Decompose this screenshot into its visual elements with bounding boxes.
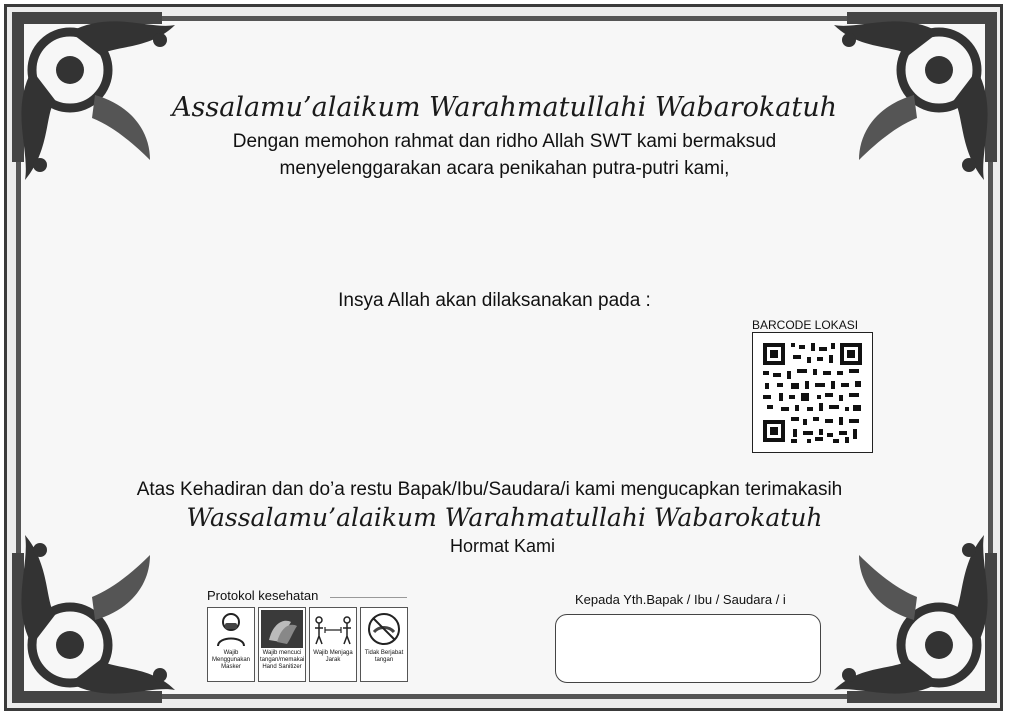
protocol-divider <box>330 597 407 598</box>
intro-line-2: menyelenggarakan acara penikahan putra-p… <box>279 158 730 179</box>
closing-greeting: Wassalamu’alaikum Warahmatullahi Wabarok… <box>186 503 823 532</box>
protocol-caption: Wajib Menggunakan Masker <box>211 650 251 670</box>
recipient-name-box[interactable] <box>555 614 821 683</box>
protocol-title: Protokol kesehatan <box>207 588 319 603</box>
protocol-item-no-handshake: Tidak Berjabat tangan <box>360 607 408 682</box>
protocol-item-mask: Wajib Menggunakan Masker <box>207 607 255 682</box>
barcode-label: BARCODE LOKASI <box>752 318 859 332</box>
protocol-caption: Wajib Menjaga Jarak <box>313 650 353 663</box>
qr-code-icon <box>763 343 862 443</box>
intro-line-1: Dengan memohon rahmat dan ridho Allah SW… <box>232 131 777 152</box>
signoff: Hormat Kami <box>449 536 556 556</box>
schedule-intro: Insya Allah akan dilaksanakan pada : <box>338 290 651 311</box>
protocol-caption: Wajib mencuci tangan/memakai Hand Saniti… <box>260 650 305 670</box>
distance-icon <box>315 616 351 645</box>
protocol-caption: Tidak Berjabat tangan <box>364 650 404 663</box>
recipient-label: Kepada Yth.Bapak / Ibu / Saudara / i <box>575 592 786 607</box>
protocol-item-handwash: Wajib mencuci tangan/memakai Hand Saniti… <box>258 607 306 682</box>
opening-greeting: Assalamu’alaikum Warahmatullahi Wabaroka… <box>172 92 837 123</box>
thanks-line: Atas Kehadiran dan do’a restu Bapak/Ibu/… <box>136 479 843 500</box>
invitation-card: Assalamu’alaikum Warahmatullahi Wabaroka… <box>0 0 1009 715</box>
no-handshake-icon <box>368 613 400 645</box>
protocol-item-distance: Wajib Menjaga Jarak <box>309 607 357 682</box>
location-qr-code[interactable] <box>752 332 873 453</box>
mask-icon <box>217 613 245 647</box>
handwash-icon <box>261 610 303 648</box>
